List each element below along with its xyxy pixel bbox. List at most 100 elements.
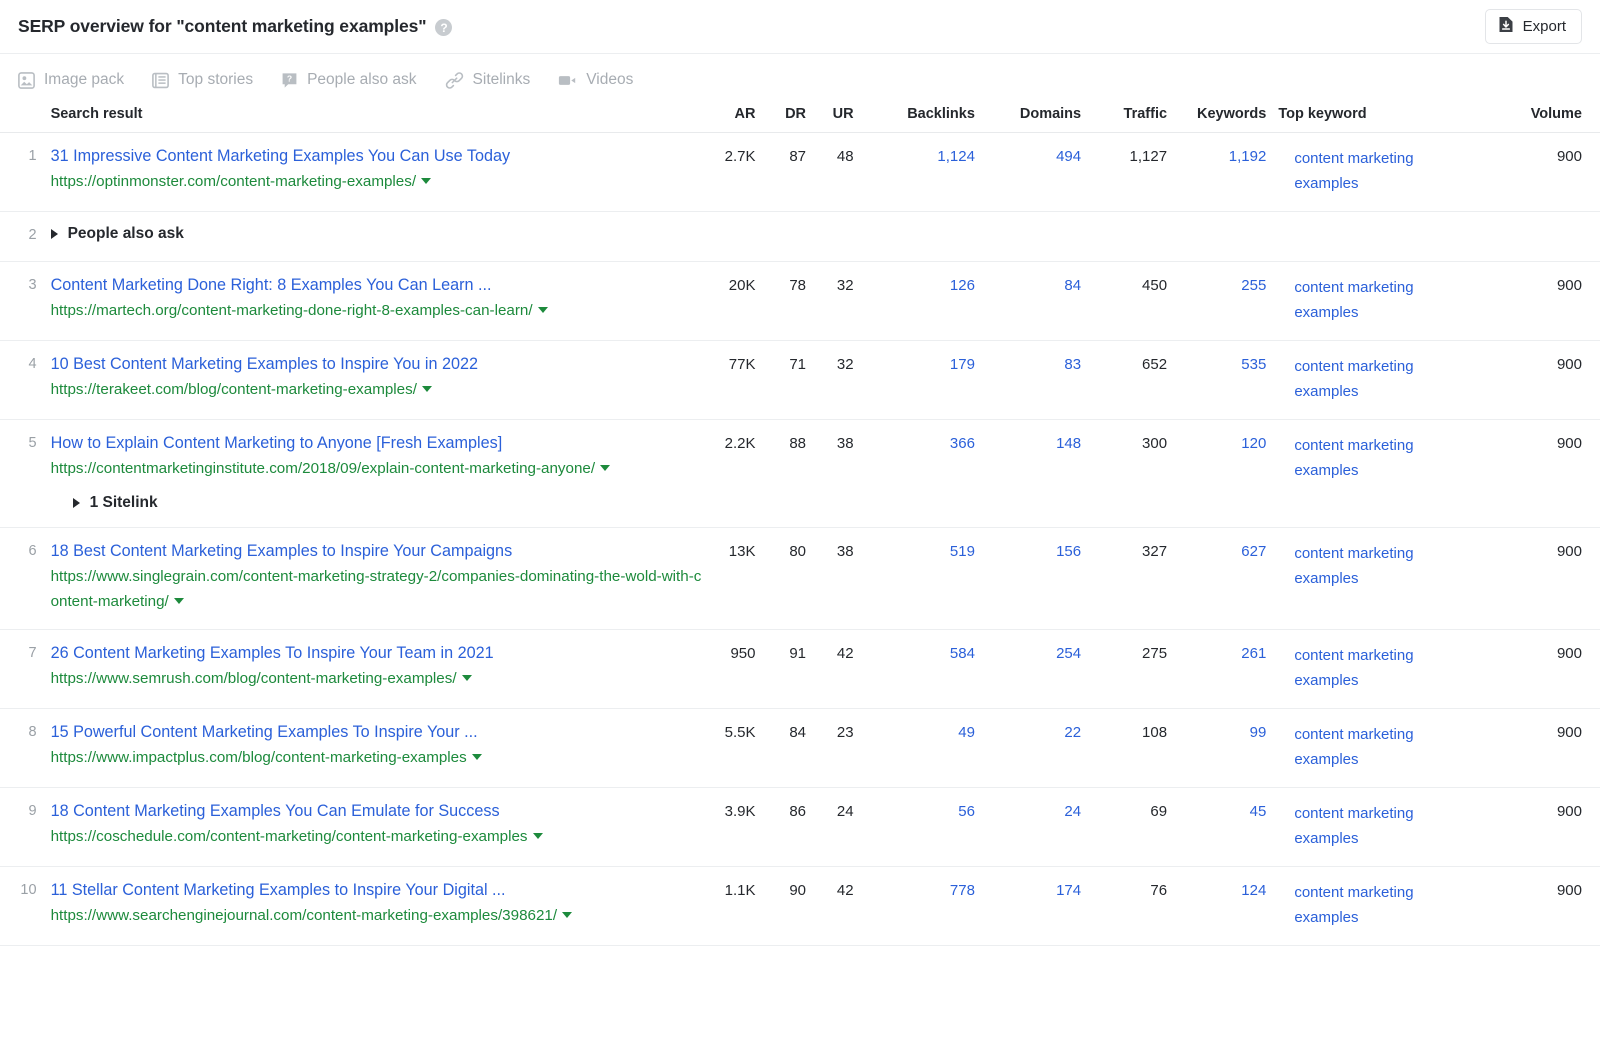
- chevron-down-icon[interactable]: [422, 386, 432, 392]
- serp-feature-image-pack[interactable]: Image pack: [18, 71, 124, 89]
- top-keyword-link[interactable]: content marketing examples: [1294, 884, 1413, 926]
- export-label: Export: [1523, 18, 1566, 35]
- result-url[interactable]: https://coschedule.com/content-marketing…: [51, 824, 703, 849]
- row-rank: 10: [0, 867, 51, 946]
- result-cell: Content Marketing Done Right: 8 Examples…: [51, 262, 703, 341]
- column-header-ar[interactable]: AR: [703, 106, 756, 133]
- table-row: 3Content Marketing Done Right: 8 Example…: [0, 262, 1600, 341]
- result-url[interactable]: https://terakeet.com/blog/content-market…: [51, 377, 703, 402]
- column-header-volume[interactable]: Volume: [1481, 106, 1600, 133]
- result-url[interactable]: https://www.semrush.com/blog/content-mar…: [51, 666, 703, 691]
- result-title-link[interactable]: 18 Content Marketing Examples You Can Em…: [51, 801, 703, 822]
- cell-ar: 20K: [703, 262, 756, 341]
- top-keyword-link[interactable]: content marketing examples: [1294, 805, 1413, 847]
- table-row: 918 Content Marketing Examples You Can E…: [0, 788, 1600, 867]
- row-rank: 3: [0, 262, 51, 341]
- chevron-down-icon[interactable]: [174, 598, 184, 604]
- column-header-keywords[interactable]: Keywords: [1167, 106, 1278, 133]
- chevron-down-icon[interactable]: [538, 307, 548, 313]
- export-button[interactable]: Export: [1485, 9, 1582, 44]
- result-url[interactable]: https://martech.org/content-marketing-do…: [51, 298, 703, 323]
- top-keyword-link[interactable]: content marketing examples: [1294, 279, 1413, 321]
- result-url[interactable]: https://www.singlegrain.com/content-mark…: [51, 564, 703, 614]
- serp-feature-expander[interactable]: People also ask: [51, 225, 1600, 243]
- column-header-backlinks[interactable]: Backlinks: [854, 106, 975, 133]
- top-keyword-link[interactable]: content marketing examples: [1294, 358, 1413, 400]
- result-url-text: https://www.impactplus.com/blog/content-…: [51, 749, 467, 766]
- sitelinks-icon: [445, 72, 464, 89]
- cell-domains: 148: [975, 420, 1081, 528]
- column-header-domains[interactable]: Domains: [975, 106, 1081, 133]
- result-title-link[interactable]: 18 Best Content Marketing Examples to In…: [51, 541, 703, 562]
- top-keyword-link[interactable]: content marketing examples: [1294, 437, 1413, 479]
- result-url-text: https://optinmonster.com/content-marketi…: [51, 173, 417, 190]
- chevron-down-icon[interactable]: [533, 833, 543, 839]
- row-rank: 7: [0, 630, 51, 709]
- cell-volume: 900: [1481, 133, 1600, 212]
- table-row: 5How to Explain Content Marketing to Any…: [0, 420, 1600, 528]
- result-cell: How to Explain Content Marketing to Anyo…: [51, 420, 703, 528]
- cell-keywords: 255: [1167, 262, 1278, 341]
- chevron-down-icon[interactable]: [600, 465, 610, 471]
- serp-feature-label: People also ask: [307, 71, 416, 89]
- result-url-text: https://www.singlegrain.com/content-mark…: [51, 568, 702, 610]
- serp-feature-videos[interactable]: Videos: [558, 71, 633, 89]
- cell-ar: 5.5K: [703, 709, 756, 788]
- cell-top-keyword: content marketing examples: [1278, 788, 1480, 867]
- result-url[interactable]: https://contentmarketinginstitute.com/20…: [51, 456, 703, 481]
- cell-ur: 42: [806, 630, 854, 709]
- top-keyword-link[interactable]: content marketing examples: [1294, 647, 1413, 689]
- cell-volume: 900: [1481, 788, 1600, 867]
- chevron-down-icon[interactable]: [472, 754, 482, 760]
- chevron-down-icon[interactable]: [562, 912, 572, 918]
- column-header-rank: [0, 106, 51, 133]
- result-title-link[interactable]: 26 Content Marketing Examples To Inspire…: [51, 643, 703, 664]
- cell-dr: 90: [755, 867, 806, 946]
- result-title-link[interactable]: How to Explain Content Marketing to Anyo…: [51, 433, 703, 454]
- cell-top-keyword: content marketing examples: [1278, 420, 1480, 528]
- result-url[interactable]: https://www.searchenginejournal.com/cont…: [51, 903, 703, 928]
- result-url[interactable]: https://optinmonster.com/content-marketi…: [51, 169, 703, 194]
- column-header-top-keyword[interactable]: Top keyword: [1278, 106, 1480, 133]
- serp-feature-sitelinks[interactable]: Sitelinks: [445, 71, 531, 89]
- cell-traffic: 327: [1081, 528, 1167, 630]
- column-header-ur[interactable]: UR: [806, 106, 854, 133]
- result-title-link[interactable]: 11 Stellar Content Marketing Examples to…: [51, 880, 703, 901]
- row-rank: 1: [0, 133, 51, 212]
- result-url-text: https://coschedule.com/content-marketing…: [51, 828, 528, 845]
- result-title-link[interactable]: Content Marketing Done Right: 8 Examples…: [51, 275, 703, 296]
- cell-volume: 900: [1481, 709, 1600, 788]
- chevron-down-icon[interactable]: [462, 675, 472, 681]
- cell-dr: 87: [755, 133, 806, 212]
- serp-feature-people-also-ask[interactable]: ? People also ask: [281, 71, 416, 89]
- serp-feature-top-stories[interactable]: Top stories: [152, 71, 253, 89]
- serp-feature-label: Videos: [586, 71, 633, 89]
- result-url[interactable]: https://www.impactplus.com/blog/content-…: [51, 745, 703, 770]
- cell-backlinks: 179: [854, 341, 975, 420]
- result-title-link[interactable]: 10 Best Content Marketing Examples to In…: [51, 354, 703, 375]
- sitelink-label: 1 Sitelink: [90, 494, 158, 512]
- cell-volume: 900: [1481, 341, 1600, 420]
- top-keyword-link[interactable]: content marketing examples: [1294, 150, 1413, 192]
- column-header-search-result[interactable]: Search result: [51, 106, 703, 133]
- cell-backlinks: 1,124: [854, 133, 975, 212]
- table-row: 726 Content Marketing Examples To Inspir…: [0, 630, 1600, 709]
- cell-traffic: 300: [1081, 420, 1167, 528]
- column-header-traffic[interactable]: Traffic: [1081, 106, 1167, 133]
- cell-top-keyword: content marketing examples: [1278, 867, 1480, 946]
- result-title-link[interactable]: 31 Impressive Content Marketing Examples…: [51, 146, 703, 167]
- result-title-link[interactable]: 15 Powerful Content Marketing Examples T…: [51, 722, 703, 743]
- cell-ur: 24: [806, 788, 854, 867]
- sitelink-expander-wrap: 1 Sitelink: [51, 494, 703, 512]
- chevron-down-icon[interactable]: [421, 178, 431, 184]
- sitelink-expander[interactable]: 1 Sitelink: [73, 494, 703, 512]
- cell-ur: 23: [806, 709, 854, 788]
- top-keyword-link[interactable]: content marketing examples: [1294, 545, 1413, 587]
- cell-backlinks: 584: [854, 630, 975, 709]
- cell-traffic: 450: [1081, 262, 1167, 341]
- result-cell: 18 Best Content Marketing Examples to In…: [51, 528, 703, 630]
- cell-top-keyword: content marketing examples: [1278, 341, 1480, 420]
- top-keyword-link[interactable]: content marketing examples: [1294, 726, 1413, 768]
- column-header-dr[interactable]: DR: [755, 106, 806, 133]
- question-mark-icon[interactable]: ?: [435, 19, 452, 36]
